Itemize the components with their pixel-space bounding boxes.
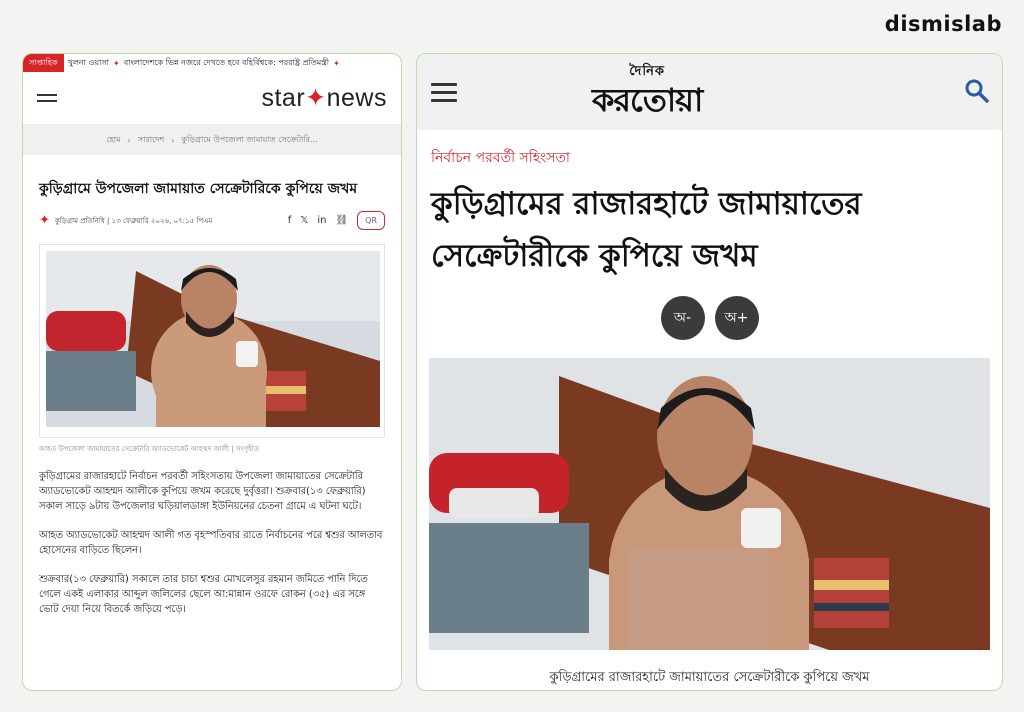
facebook-icon[interactable]: f [288, 215, 292, 226]
author-star-icon: ✦ [39, 213, 50, 228]
breadcrumb-current: কুড়িগ্রামে উপজেলা জামায়াত সেক্রেটারি..… [181, 134, 318, 144]
font-decrease-button[interactable]: অ- [660, 296, 705, 340]
font-size-controls: অ- অ+ [417, 296, 1002, 340]
article-body: কুড়িগ্রামের রাজারহাটে নির্বাচন পরবর্তী … [23, 469, 401, 617]
news-ticker: সাপ্তাহিক খুলনা ওয়াসা ✦ বাংলাদেশকে ভিন্… [23, 54, 401, 72]
link-icon[interactable]: ⛓ [335, 215, 348, 226]
photo-injured-man [429, 358, 990, 668]
ticker-item[interactable]: খুলনা ওয়াসা [64, 57, 113, 70]
site-logo[interactable]: দৈনিক করতোয়া [592, 62, 703, 119]
byline: ✦ কুড়িগ্রাম প্রতিনিধি | ১৩ ফেব্রুয়ারি … [39, 211, 385, 230]
photo-caption: আহত উপজেলা জামায়াতের সেক্রেটারি অ্যাডভো… [39, 445, 260, 453]
byline-text: কুড়িগ্রাম প্রতিনিধি | ১৩ ফেব্রুয়ারি ২০… [54, 216, 213, 225]
menu-icon[interactable] [431, 78, 457, 107]
ticker-item[interactable]: বাংলাদেশকে ভিন্ন নজরে দেখতে হবে বহির্বিশ… [120, 57, 333, 70]
ticker-tag[interactable]: সাপ্তাহিক [23, 54, 64, 72]
starnews-screenshot: সাপ্তাহিক খুলনা ওয়াসা ✦ বাংলাদেশকে ভিন্… [22, 53, 402, 691]
article-photo [429, 358, 990, 668]
karatoa-screenshot: দৈনিক করতোয়া নির্বাচন পরবর্তী সহিংসতা ক… [416, 53, 1003, 691]
logo-big-text: করতোয়া [592, 81, 703, 119]
paragraph: শুক্রবার(১৩ ফেব্রুয়ারি) সকালে তার চাচা … [39, 574, 368, 615]
ticker-separator-icon: ✦ [333, 58, 340, 68]
article-photo [39, 244, 385, 438]
font-increase-button[interactable]: অ+ [714, 296, 759, 340]
search-icon[interactable] [964, 78, 990, 104]
category-label[interactable]: নির্বাচন পরবর্তী সহিংসতা [431, 146, 988, 170]
site-header: star✦news [23, 72, 401, 125]
ticker-separator-icon: ✦ [112, 58, 120, 68]
x-icon[interactable]: 𝕏 [300, 215, 308, 226]
site-logo[interactable]: star✦news [261, 83, 387, 113]
linkedin-icon[interactable]: in [317, 215, 326, 226]
chevron-right-icon: › [127, 135, 131, 145]
photo-injured-man [46, 251, 380, 431]
logo-star-icon: ✦ [305, 84, 327, 112]
article-title: কুড়িগ্রামের রাজারহাটে জামায়াতের সেক্রে… [431, 186, 862, 274]
menu-icon[interactable] [37, 90, 57, 106]
qr-button[interactable]: QR [357, 211, 385, 230]
chevron-right-icon: › [171, 135, 175, 145]
site-header: দৈনিক করতোয়া [417, 54, 1002, 130]
share-bar: f 𝕏 in ⛓ QR [288, 211, 385, 230]
logo-small-text: দৈনিক [629, 64, 665, 79]
breadcrumb-home[interactable]: হোম [106, 134, 120, 147]
article-title: কুড়িগ্রামে উপজেলা জামায়াত সেক্রেটারিকে… [39, 181, 358, 197]
logo-part-b: news [326, 84, 387, 112]
dismislab-logo: dismislab [884, 12, 1002, 36]
photo-caption: কুড়িগ্রামের রাজারহাটে জামায়াতের সেক্রে… [549, 670, 870, 685]
breadcrumb: হোম › সারাদেশ › কুড়িগ্রামে উপজেলা জামায… [23, 125, 401, 155]
breadcrumb-section[interactable]: সারাদেশ [138, 134, 164, 147]
paragraph: আহত অ্যাডভোকেট আহম্মদ আলী গত বৃহস্পতিবার… [39, 530, 383, 556]
logo-part-a: star [261, 84, 306, 112]
paragraph: কুড়িগ্রামের রাজারহাটে নির্বাচন পরবর্তী … [39, 471, 366, 512]
